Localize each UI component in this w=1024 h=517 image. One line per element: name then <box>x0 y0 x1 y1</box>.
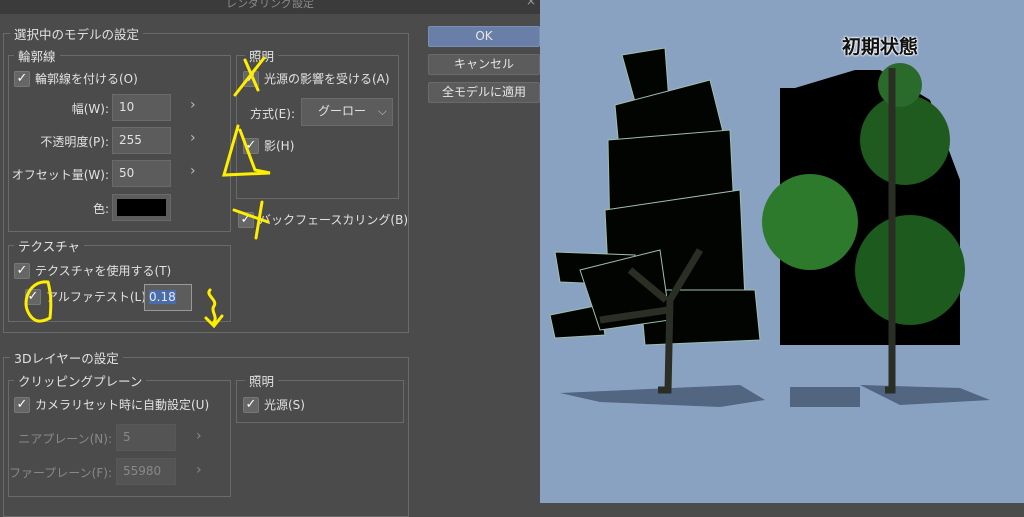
caption-label: 初期状態 <box>842 36 919 58</box>
rendering-settings-dialog: レンダリング設定 × 選択中のモデルの設定 輪郭線 ✓ 輪郭線を付ける(O) 幅(W… <box>0 0 540 517</box>
left-tree <box>549 47 761 394</box>
shadows <box>560 385 990 407</box>
tree-preview <box>549 47 990 407</box>
yellow-annotations <box>24 56 271 329</box>
cross-mark-light <box>233 56 266 97</box>
triangle-mark-shadow <box>221 124 271 177</box>
3d-viewport: 初期状態 <box>540 0 1024 503</box>
right-tree <box>762 63 965 394</box>
updown-mark-alpha <box>204 288 224 329</box>
cross-mark-backface <box>232 200 270 240</box>
circle-mark-alpha <box>24 280 53 323</box>
